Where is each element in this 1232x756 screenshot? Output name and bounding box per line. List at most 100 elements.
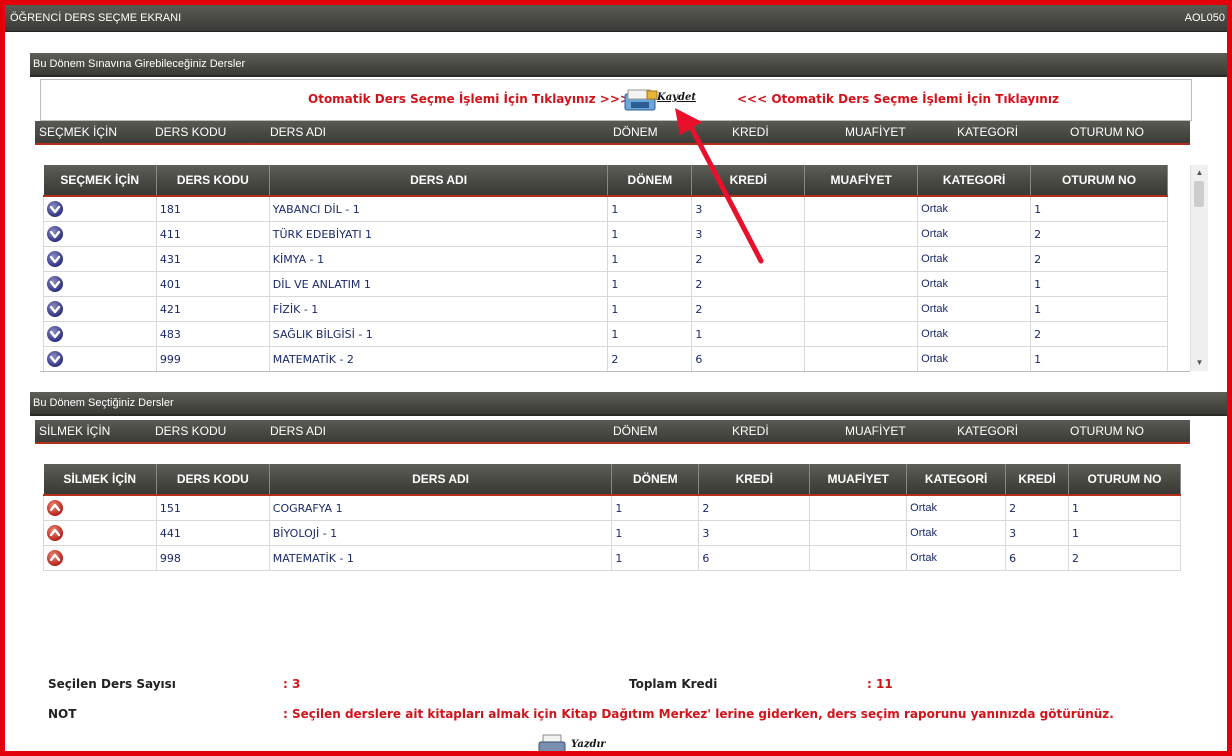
select-cell <box>43 195 157 222</box>
course-category: Ortak <box>906 494 1007 521</box>
course-exempt <box>804 271 919 297</box>
col-header: MUAFİYET <box>804 165 919 197</box>
available-section-title: Bu Dönem Sınavına Girebileceğiniz Dersle… <box>33 58 246 70</box>
course-term: 1 <box>611 520 700 546</box>
course-name: YABANCI DİL - 1 <box>268 195 609 222</box>
outer-col-header: DERS KODU <box>155 424 227 438</box>
course-session: 1 <box>1068 520 1181 546</box>
course-term: 1 <box>607 321 693 347</box>
save-button-label: Kaydet <box>657 92 696 103</box>
note-text: : Seçilen derslere ait kitapları almak i… <box>283 707 1114 721</box>
course-term: 1 <box>611 494 700 521</box>
course-credit: 6 <box>1005 545 1070 571</box>
outer-col-header: MUAFİYET <box>845 125 906 139</box>
course-credit: 2 <box>691 271 806 297</box>
table-row: 483 SAĞLIK BİLGİSİ - 1 1 1 Ortak 2 <box>43 321 1168 347</box>
course-exempt <box>809 545 908 571</box>
title-bar: ÖĞRENCİ DERS SEÇME EKRANI AOL050 <box>5 5 1227 32</box>
course-name: BİYOLOJİ - 1 <box>268 520 613 546</box>
table-row: 151 COGRAFYA 1 1 2 Ortak 2 1 <box>43 494 1181 521</box>
course-category: Ortak <box>917 321 1032 347</box>
course-term: 1 <box>607 296 693 322</box>
table-row: 441 BİYOLOJİ - 1 1 3 Ortak 3 1 <box>43 520 1181 546</box>
col-header: DERS KODU <box>156 165 270 197</box>
available-scrollbar[interactable]: ▲ ▼ <box>1190 165 1208 371</box>
selected-table: SİLMEK İÇİN DERS KODU DERS ADI DÖNEM KRE… <box>43 464 1181 571</box>
course-credit: 6 <box>691 346 806 371</box>
scroll-thumb[interactable] <box>1194 181 1204 207</box>
col-header: DÖNEM <box>607 165 693 197</box>
table-header-row: SİLMEK İÇİN DERS KODU DERS ADI DÖNEM KRE… <box>43 464 1181 496</box>
course-credit: 2 <box>691 296 806 322</box>
col-header: SİLMEK İÇİN <box>43 464 157 496</box>
outer-col-header: KATEGORİ <box>957 424 1019 438</box>
select-course-icon[interactable] <box>47 326 63 342</box>
course-term: 1 <box>611 545 700 571</box>
available-scroll-area[interactable]: SEÇMEK İÇİN DERS KODU DERS ADI DÖNEM KRE… <box>40 165 1190 372</box>
course-name: MATEMATİK - 2 <box>268 346 609 371</box>
select-cell <box>43 221 157 247</box>
course-code: 181 <box>155 195 270 222</box>
select-course-icon[interactable] <box>47 351 63 367</box>
table-row: 401 DİL VE ANLATIM 1 1 2 Ortak 1 <box>43 271 1168 297</box>
remove-course-icon[interactable] <box>47 525 63 541</box>
note-label: NOT <box>48 707 77 721</box>
course-category: Ortak <box>917 221 1032 247</box>
outer-col-header: DÖNEM <box>613 424 658 438</box>
course-category: Ortak <box>917 195 1032 222</box>
selected-section-title: Bu Dönem Seçtiğiniz Dersler <box>33 397 174 409</box>
course-name: TÜRK EDEBİYATI 1 <box>268 221 609 247</box>
col-header: DERS KODU <box>156 464 270 496</box>
available-table: SEÇMEK İÇİN DERS KODU DERS ADI DÖNEM KRE… <box>43 165 1168 371</box>
total-credit-label: Toplam Kredi <box>629 677 718 691</box>
total-credit-value: : 11 <box>867 677 893 691</box>
select-course-icon[interactable] <box>47 201 63 217</box>
scroll-up-icon[interactable]: ▲ <box>1191 167 1208 179</box>
course-exempt <box>809 520 908 546</box>
course-category: Ortak <box>906 520 1007 546</box>
remove-course-icon[interactable] <box>47 500 63 516</box>
select-cell <box>43 296 157 322</box>
course-session: 2 <box>1068 545 1181 571</box>
select-course-icon[interactable] <box>47 226 63 242</box>
course-term: 1 <box>607 221 693 247</box>
select-course-icon[interactable] <box>47 251 63 267</box>
outer-col-header: DERS ADI <box>270 125 327 139</box>
course-session: 1 <box>1030 296 1168 322</box>
col-header: OTURUM NO <box>1030 165 1168 197</box>
table-row: 999 MATEMATİK - 2 2 6 Ortak 1 <box>43 346 1168 371</box>
select-course-icon[interactable] <box>47 301 63 317</box>
delete-cell <box>43 520 157 546</box>
selected-section-header: Bu Dönem Seçtiğiniz Dersler <box>30 392 1227 416</box>
course-category: Ortak <box>917 346 1032 371</box>
scroll-down-icon[interactable]: ▼ <box>1191 357 1208 369</box>
table-row: 431 KİMYA - 1 1 2 Ortak 2 <box>43 246 1168 272</box>
select-course-icon[interactable] <box>47 276 63 292</box>
col-header: DERS ADI <box>269 165 609 197</box>
outer-col-header: KATEGORİ <box>957 125 1019 139</box>
course-category: Ortak <box>917 271 1032 297</box>
col-header: SEÇMEK İÇİN <box>43 165 157 197</box>
course-code: 999 <box>155 346 270 371</box>
user-code: AOL050 <box>1184 12 1225 24</box>
select-cell <box>43 346 157 371</box>
course-credit: 2 <box>698 494 811 521</box>
course-session: 1 <box>1030 195 1168 222</box>
course-session: 1 <box>1030 271 1168 297</box>
course-name: SAĞLIK BİLGİSİ - 1 <box>268 321 609 347</box>
col-header: DÖNEM <box>611 464 700 496</box>
course-code: 151 <box>155 494 270 521</box>
available-outer-header: SEÇMEK İÇİN DERS KODU DERS ADI DÖNEM KRE… <box>35 121 1190 145</box>
col-header: KATEGORİ <box>917 165 1032 197</box>
course-code: 431 <box>155 246 270 272</box>
remove-course-icon[interactable] <box>47 550 63 566</box>
print-button[interactable]: Yazdır <box>537 733 617 751</box>
auto-select-box: Otomatik Ders Seçme İşlemi İçin Tıklayın… <box>40 79 1192 121</box>
col-header: KREDİ <box>698 464 811 496</box>
course-session: 2 <box>1030 321 1168 347</box>
save-button[interactable]: Kaydet <box>623 87 707 113</box>
selected-count-label: Seçilen Ders Sayısı <box>48 677 176 691</box>
course-code: 401 <box>155 271 270 297</box>
selected-count-value: : 3 <box>283 677 301 691</box>
select-cell <box>43 321 157 347</box>
